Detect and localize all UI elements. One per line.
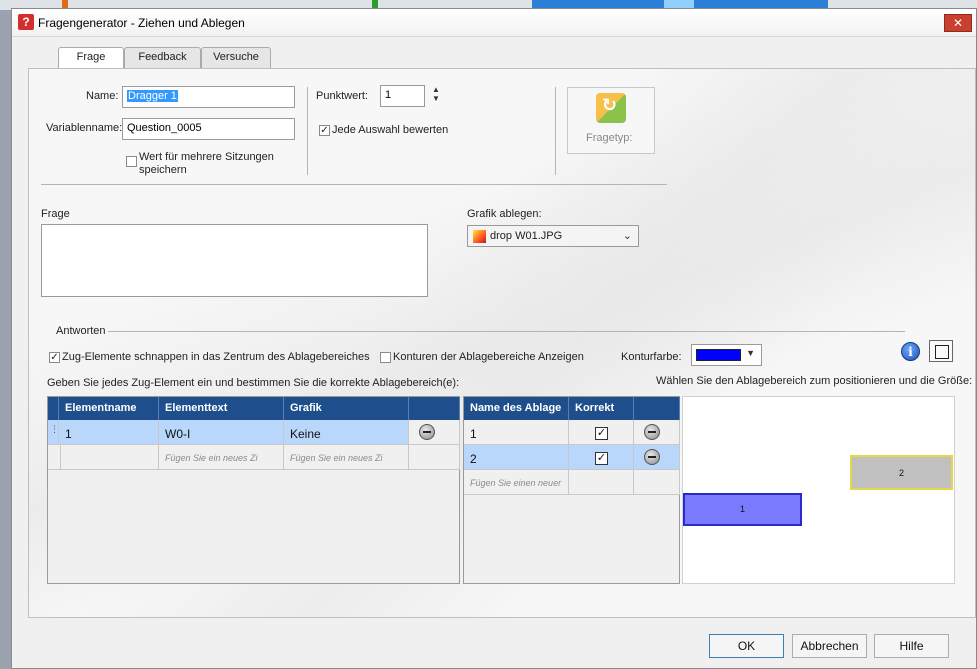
question-label: Frage (41, 208, 70, 220)
new-element-text-placeholder[interactable]: Fügen Sie ein neues Zi (159, 445, 284, 470)
element-name-cell[interactable]: 1 (59, 420, 159, 445)
title-bar[interactable]: ? Fragengenerator - Ziehen und Ablegen ✕ (12, 9, 976, 37)
chevron-down-icon: ⌄ (622, 230, 632, 242)
zone-name-cell[interactable]: 1 (464, 420, 569, 445)
column-header-elementname[interactable]: Elementname (59, 397, 159, 420)
image-file-icon (473, 230, 486, 243)
new-zone-correct-cell (569, 470, 634, 495)
drag-drop-type-icon (596, 93, 626, 123)
column-header-zone-name[interactable]: Name des Ablage (464, 397, 569, 420)
divider-vertical-1 (307, 87, 308, 175)
column-header-elementtext[interactable]: Elementtext (159, 397, 284, 420)
outline-checkbox[interactable] (380, 352, 391, 363)
new-element-actions-cell (409, 445, 460, 470)
question-type-button[interactable]: Fragetyp: (567, 87, 655, 154)
answers-divider (108, 331, 905, 332)
multi-session-checkbox[interactable] (126, 156, 137, 167)
points-input[interactable]: 1 (380, 85, 425, 107)
drop-image-value: drop W01.JPG (490, 230, 563, 242)
name-input[interactable]: Dragger 1 (122, 86, 295, 108)
drop-image-label: Grafik ablegen: (467, 208, 542, 220)
element-graphic-cell[interactable]: Keine (284, 420, 409, 445)
drop-image-dropdown[interactable]: drop W01.JPG ⌄ (467, 225, 639, 247)
new-zone-placeholder[interactable]: Fügen Sie einen neuer (464, 470, 569, 495)
delete-element-button[interactable] (409, 420, 460, 445)
tab-frage[interactable]: Frage (58, 47, 124, 69)
question-type-label: Fragetyp: (586, 132, 633, 144)
snap-label: Zug-Elemente schnappen in das Zentrum de… (62, 351, 370, 363)
drop-zone-1[interactable]: 1 (683, 493, 802, 526)
help-button[interactable]: Hilfe (874, 634, 949, 658)
dialog-window: ? Fragengenerator - Ziehen und Ablegen ✕… (11, 8, 977, 669)
fit-size-icon[interactable] (929, 340, 953, 362)
new-zone-actions-cell (634, 470, 680, 495)
drop-zones-table: Name des Ablage Korrekt 1 ✓ 2 ✓ Fügen Si… (463, 396, 680, 584)
points-label: Punktwert: (316, 90, 368, 102)
name-label: Name: (86, 90, 119, 102)
tab-panel-frage: Name: Dragger 1 Variablenname: Question_… (28, 68, 976, 618)
column-header-actions (409, 397, 460, 420)
delete-zone-button[interactable] (634, 420, 680, 445)
window-title: Fragengenerator - Ziehen und Ablegen (38, 16, 245, 30)
question-textarea[interactable] (41, 224, 428, 297)
zone-name-cell[interactable]: 2 (464, 445, 569, 470)
remove-circle-icon (419, 424, 435, 440)
score-each-label: Jede Auswahl bewerten (332, 124, 449, 136)
divider-horizontal-1 (41, 184, 667, 185)
elements-table: Elementname Elementtext Grafik ⋮ 1 W0-I … (47, 396, 460, 584)
outline-color-label: Konturfarbe: (621, 351, 682, 363)
zone-correct-cell[interactable]: ✓ (569, 420, 634, 445)
new-element-graphic-placeholder[interactable]: Fügen Sie ein neues Zi (284, 445, 409, 470)
score-each-checkbox[interactable]: ✓ (319, 125, 330, 136)
left-instruction: Geben Sie jedes Zug-Element ein und best… (47, 377, 460, 389)
snap-checkbox[interactable]: ✓ (49, 352, 60, 363)
zone-correct-cell[interactable]: ✓ (569, 445, 634, 470)
variable-name-input[interactable]: Question_0005 (122, 118, 295, 140)
ok-button[interactable]: OK (709, 634, 784, 658)
column-header-zone-actions (634, 397, 680, 420)
outline-label: Konturen der Ablagebereiche Anzeigen (393, 351, 584, 363)
tab-feedback[interactable]: Feedback (124, 47, 201, 68)
answers-section-label: Antworten (56, 325, 106, 337)
tab-versuche[interactable]: Versuche (201, 47, 271, 68)
points-spinner[interactable]: ▲ ▼ (431, 85, 441, 103)
column-header-grafik[interactable]: Grafik (284, 397, 409, 420)
drop-zone-2[interactable]: 2 (850, 455, 953, 490)
right-instruction: Wählen Sie den Ablagebereich zum positio… (656, 375, 973, 387)
new-element-name-cell[interactable] (59, 445, 159, 470)
info-icon[interactable]: i (901, 342, 920, 361)
table-corner (48, 397, 59, 420)
drop-zone-canvas[interactable]: 2 1 (682, 396, 955, 584)
multi-session-label: Wert für mehrere Sitzungen speichern (139, 151, 274, 176)
chevron-down-icon: ▼ (746, 348, 755, 358)
row-drag-handle[interactable]: ⋮ (48, 420, 59, 445)
close-button[interactable]: ✕ (944, 14, 972, 32)
divider-vertical-2 (555, 87, 556, 175)
cancel-button[interactable]: Abbrechen (792, 634, 867, 658)
element-text-cell[interactable]: W0-I (159, 420, 284, 445)
zone-correct-checkbox[interactable]: ✓ (595, 452, 608, 465)
column-header-correct[interactable]: Korrekt (569, 397, 634, 420)
name-input-value: Dragger 1 (127, 90, 178, 102)
remove-circle-icon (644, 424, 660, 440)
delete-zone-button[interactable] (634, 445, 680, 470)
zone-correct-checkbox[interactable]: ✓ (595, 427, 608, 440)
variable-name-label: Variablenname: (46, 122, 123, 134)
outline-color-picker[interactable]: ▼ (691, 344, 762, 366)
remove-circle-icon (644, 449, 660, 465)
outline-color-swatch (696, 349, 741, 361)
question-app-icon: ? (18, 14, 34, 30)
